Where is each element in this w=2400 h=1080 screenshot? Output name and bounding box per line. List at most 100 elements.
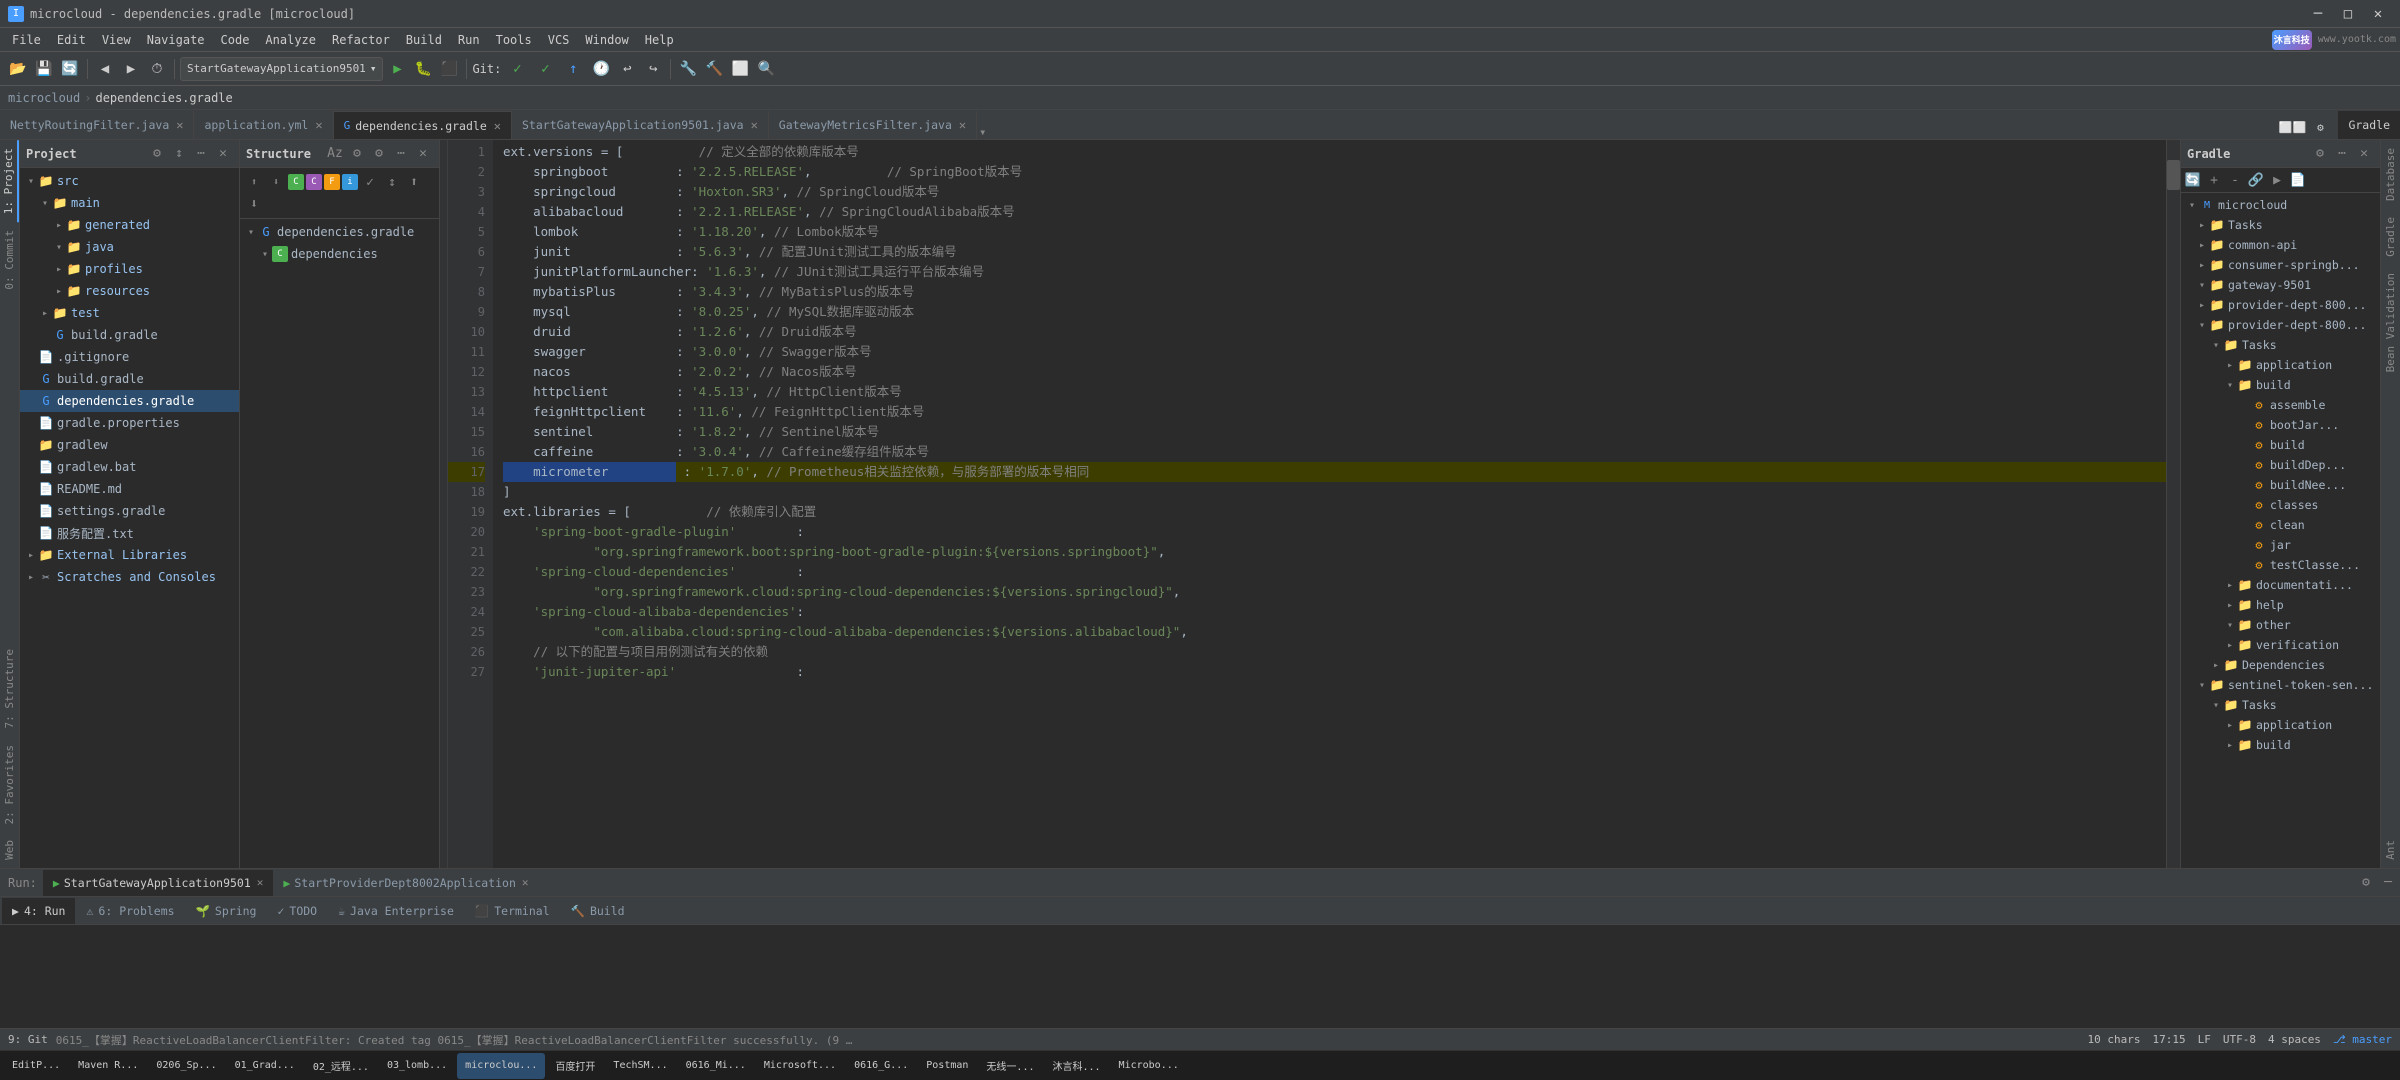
tree-item-gitignore[interactable]: 📄 .gitignore (20, 346, 239, 368)
menu-build[interactable]: Build (398, 28, 450, 51)
struct-toolbar-btn6[interactable]: i (342, 174, 358, 190)
breadcrumb-project[interactable]: microcloud (8, 91, 80, 105)
split-editor-btn[interactable]: ⬜⬜ (2280, 115, 2304, 139)
build-btn[interactable]: 🔨 (702, 57, 726, 81)
scroll-thumb[interactable] (2167, 160, 2180, 190)
struct-toolbar-btn5[interactable]: F (324, 174, 340, 190)
tab-close[interactable]: ✕ (494, 119, 501, 133)
tree-item-build-gradle-inner[interactable]: G build.gradle (20, 324, 239, 346)
gradle-item-tasks1[interactable]: ▸ 📁 Tasks (2181, 215, 2380, 235)
gradle-item-assemble[interactable]: ⚙ assemble (2181, 395, 2380, 415)
tab-dependencies[interactable]: G dependencies.gradle ✕ (334, 111, 512, 139)
tree-item-gradlew-bat[interactable]: 📄 gradlew.bat (20, 456, 239, 478)
menu-file[interactable]: File (4, 28, 49, 51)
bottom-tab-run[interactable]: ▶ 4: Run (2, 898, 75, 924)
taskbar-wireless[interactable]: 无线一... (978, 1053, 1042, 1079)
tab-close[interactable]: ✕ (315, 118, 322, 132)
tree-item-build-gradle[interactable]: G build.gradle (20, 368, 239, 390)
menu-view[interactable]: View (94, 28, 139, 51)
struct-item-deps[interactable]: ▾ C dependencies (240, 243, 439, 265)
gradle-expand[interactable]: + (2204, 170, 2224, 190)
taskbar-muyan[interactable]: 沐言科... (1044, 1053, 1108, 1079)
gradle-item-common-api[interactable]: ▸ 📁 common-api (2181, 235, 2380, 255)
editor-scrollbar[interactable] (2166, 140, 2180, 868)
taskbar-microbo[interactable]: Microbo... (1111, 1053, 1187, 1079)
sidebar-bean-btn[interactable]: Bean Validation (2382, 265, 2399, 380)
tree-item-java[interactable]: ▾ 📁 java (20, 236, 239, 258)
gradle-item-bootjar[interactable]: ⚙ bootJar... (2181, 415, 2380, 435)
run-tab-gateway-close[interactable]: ✕ (257, 876, 264, 889)
status-git[interactable]: 9: Git (8, 1033, 48, 1046)
gradle-item-testclasses[interactable]: ⚙ testClasse... (2181, 555, 2380, 575)
struct-more[interactable]: ⋯ (391, 144, 411, 164)
close-button[interactable]: ✕ (2364, 0, 2392, 28)
struct-hide[interactable]: ✕ (413, 144, 433, 164)
struct-toolbar-btn2[interactable]: ⬇ (266, 172, 286, 192)
status-position[interactable]: 17:15 (2152, 1033, 2185, 1046)
gradle-hide-btn[interactable]: ✕ (2354, 144, 2374, 164)
menu-window[interactable]: Window (577, 28, 636, 51)
struct-sort-alpha[interactable]: Az (325, 144, 345, 164)
tab-gatewaymetrics[interactable]: GatewayMetricsFilter.java ✕ (769, 111, 977, 139)
debug-btn[interactable]: 🐛 (411, 57, 435, 81)
tabs-overflow[interactable]: ▾ (979, 125, 986, 139)
sidebar-ant-btn[interactable]: Ant (2382, 832, 2399, 868)
gradle-item-tasks2[interactable]: ▾ 📁 Tasks (2181, 335, 2380, 355)
taskbar-postman[interactable]: Postman (918, 1053, 976, 1079)
gradle-item-tasks3[interactable]: ▾ 📁 Tasks (2181, 695, 2380, 715)
gradle-item-gateway[interactable]: ▾ 📁 gateway-9501 (2181, 275, 2380, 295)
taskbar-techsm[interactable]: TechSM... (605, 1053, 675, 1079)
back-btn[interactable]: ◀ (93, 57, 117, 81)
tab-close[interactable]: ✕ (959, 118, 966, 132)
tree-item-profiles[interactable]: ▸ 📁 profiles (20, 258, 239, 280)
gradle-settings-btn[interactable]: ⚙ (2310, 144, 2330, 164)
gradle-item-dependencies[interactable]: ▸ 📁 Dependencies (2181, 655, 2380, 675)
menu-refactor[interactable]: Refactor (324, 28, 398, 51)
struct-toolbar-btn3[interactable]: C (288, 174, 304, 190)
tree-item-generated[interactable]: ▸ 📁 generated (20, 214, 239, 236)
tab-close[interactable]: ✕ (176, 118, 183, 132)
sidebar-structure-btn[interactable]: 7: Structure (1, 641, 18, 736)
taskbar-microcloud[interactable]: microclou... (457, 1053, 545, 1079)
gradle-more-btn[interactable]: ⋯ (2332, 144, 2352, 164)
sidebar-gradle-btn[interactable]: Gradle (2382, 209, 2399, 265)
gradle-item-provider2[interactable]: ▾ 📁 provider-dept-800... (2181, 315, 2380, 335)
save-btn[interactable]: 💾 (32, 57, 56, 81)
gradle-item-build2[interactable]: ▸ 📁 build (2181, 735, 2380, 755)
tab-startgateway[interactable]: StartGatewayApplication9501.java ✕ (512, 111, 769, 139)
taskbar-editp[interactable]: EditP... (4, 1053, 68, 1079)
search-btn[interactable]: 🔍 (754, 57, 778, 81)
struct-toolbar-btn1[interactable]: ⬆ (244, 172, 264, 192)
menu-navigate[interactable]: Navigate (139, 28, 213, 51)
gradle-item-documentati[interactable]: ▸ 📁 documentati... (2181, 575, 2380, 595)
gradle-item-application1[interactable]: ▸ 📁 application (2181, 355, 2380, 375)
status-chars[interactable]: 10 chars (2087, 1033, 2140, 1046)
tree-item-settings-gradle[interactable]: 📄 settings.gradle (20, 500, 239, 522)
gradle-run[interactable]: ▶ (2267, 170, 2287, 190)
gradle-item-jar[interactable]: ⚙ jar (2181, 535, 2380, 555)
menu-analyze[interactable]: Analyze (257, 28, 324, 51)
split-btn[interactable]: ⬜ (728, 57, 752, 81)
gradle-item-build-group[interactable]: ▾ 📁 build (2181, 375, 2380, 395)
taskbar-microsoft[interactable]: Microsoft... (756, 1053, 844, 1079)
sync-btn[interactable]: 🔄 (58, 57, 82, 81)
stop-btn[interactable]: ⬛ (437, 57, 461, 81)
git-check2[interactable]: ✓ (533, 57, 557, 81)
taskbar-0616g[interactable]: 0616_G... (846, 1053, 916, 1079)
struct-settings[interactable]: ⚙ (369, 144, 389, 164)
undo-btn[interactable]: ↩ (615, 57, 639, 81)
gradle-item-verification[interactable]: ▸ 📁 verification (2181, 635, 2380, 655)
taskbar-0616[interactable]: 0616_Mi... (678, 1053, 754, 1079)
gradle-refresh[interactable]: 🔄 (2183, 170, 2203, 190)
gradle-item-application2[interactable]: ▸ 📁 application (2181, 715, 2380, 735)
bottom-tab-terminal[interactable]: ⬛ Terminal (465, 898, 560, 924)
run-tab-gateway[interactable]: ▶ StartGatewayApplication9501 ✕ (43, 870, 274, 896)
taskbar-02[interactable]: 02_远程... (305, 1053, 377, 1079)
menu-edit[interactable]: Edit (49, 28, 94, 51)
struct-sort-type[interactable]: ⚙ (347, 144, 367, 164)
menu-code[interactable]: Code (213, 28, 258, 51)
gradle-collapse[interactable]: - (2225, 170, 2245, 190)
taskbar-01[interactable]: 01_Grad... (227, 1053, 303, 1079)
minimize-button[interactable]: ─ (2304, 0, 2332, 28)
struct-toolbar-btn8[interactable]: ↕ (382, 172, 402, 192)
